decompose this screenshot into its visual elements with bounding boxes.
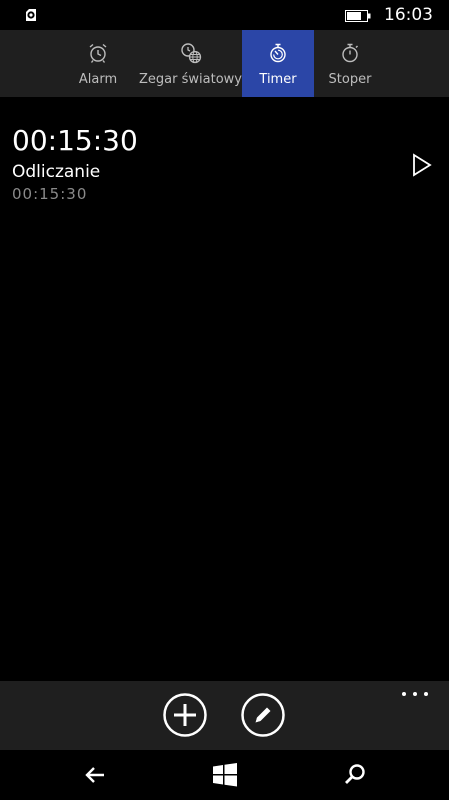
status-clock: 16:03 (384, 5, 433, 25)
tab-label: Timer (259, 72, 297, 87)
tab-timer[interactable]: Timer (242, 30, 314, 97)
search-icon[interactable] (341, 761, 369, 789)
add-icon[interactable] (163, 693, 207, 737)
status-bar: 16:03 (0, 0, 449, 30)
alarm-clock-icon (89, 43, 107, 63)
notification-app-icon (26, 9, 36, 21)
battery-icon (345, 10, 371, 22)
tab-label: Stoper (328, 72, 372, 87)
world-clock-icon (180, 43, 201, 64)
tab-label: Zegar światowy (139, 72, 242, 87)
stopwatch-icon (342, 43, 358, 63)
timer-duration: 00:15:30 (12, 185, 88, 203)
timer-name: Odliczanie (12, 162, 101, 182)
back-icon[interactable] (82, 761, 110, 789)
tab-stopwatch[interactable]: Stoper (314, 30, 386, 97)
timer-icon (270, 43, 286, 63)
timer-list-item[interactable]: 00:15:30 Odliczanie 00:15:30 (12, 124, 432, 214)
app-bar (0, 681, 449, 750)
tab-bar: Alarm Zegar światowy Timer Stoper (0, 30, 449, 97)
tab-world-clock[interactable]: Zegar światowy (139, 30, 242, 97)
tab-label: Alarm (78, 72, 118, 87)
navigation-bar (0, 750, 449, 800)
windows-start-icon[interactable] (211, 761, 239, 789)
play-icon[interactable] (407, 151, 435, 179)
tab-alarm[interactable]: Alarm (57, 30, 139, 97)
edit-icon[interactable] (241, 693, 285, 737)
more-icon[interactable] (398, 687, 432, 701)
timer-time: 00:15:30 (12, 124, 138, 157)
